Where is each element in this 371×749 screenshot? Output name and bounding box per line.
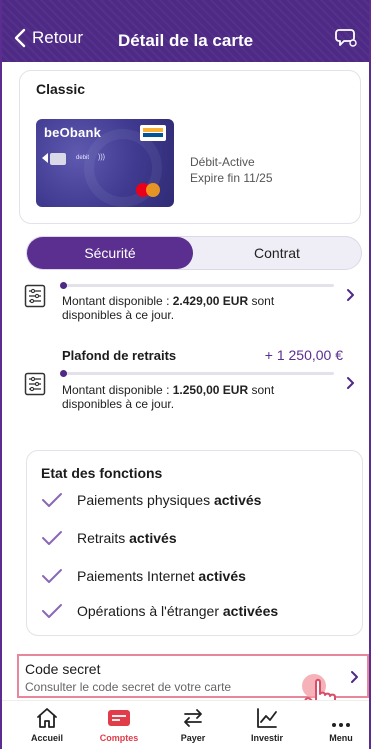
functions-panel: Etat des fonctions Paiements physiques a… [26, 450, 363, 636]
card-name: Classic [36, 81, 86, 97]
code-secret-title: Code secret [25, 661, 101, 677]
function-item: Paiements Internet activés [41, 568, 246, 584]
chevron-right-icon [347, 377, 354, 389]
limit-title: Plafond de retraits [62, 348, 177, 363]
nav-accueil[interactable]: Accueil [10, 705, 84, 743]
nav-label: Menu [329, 733, 353, 743]
bottom-navigation: Accueil Comptes Payer Investir Menu [0, 700, 371, 749]
limit-progress-bar [60, 370, 334, 377]
card-image: beObank debit ))) [36, 119, 174, 207]
nav-menu[interactable]: Menu [304, 705, 371, 743]
card-status: Débit-Active Expire fin 11/25 [190, 154, 273, 186]
limit-progress-dot [60, 370, 67, 377]
function-item: Paiements physiques activés [41, 492, 261, 508]
tab-switcher: Sécurité Contrat [26, 236, 362, 270]
contactless-icon: ))) [98, 154, 105, 161]
limit-row-withdrawals[interactable]: Plafond de retraits + 1 250,00 € Montant… [20, 346, 361, 426]
app-header: Retour Détail de la carte [0, 0, 371, 62]
nav-label: Accueil [30, 733, 63, 743]
check-icon [42, 604, 62, 618]
limit-progress-bar [60, 282, 334, 289]
nav-label: Investir [250, 733, 283, 743]
chevron-right-icon [347, 289, 354, 301]
function-item: Retraits activés [41, 530, 177, 546]
nav-comptes[interactable]: Comptes [82, 705, 156, 743]
limit-available-text: Montant disponible : 1.250,00 EUR sont d… [62, 383, 275, 411]
page-title: Détail de la carte [117, 31, 254, 50]
bancontact-logo [140, 125, 166, 141]
card-expiry-text: Expire fin 11/25 [190, 171, 273, 185]
check-icon [42, 531, 62, 545]
card-brand-logo: beObank [44, 125, 102, 140]
document-icon [24, 372, 46, 396]
nav-label: Comptes [99, 733, 139, 743]
mastercard-logo [136, 183, 160, 197]
tab-contrat[interactable]: Contrat [193, 237, 361, 269]
chat-button[interactable] [335, 28, 357, 53]
card-arrow-icon [42, 153, 48, 163]
card-panel: Classic beObank debit ))) Débit-Active E… [19, 70, 361, 224]
card-debit-text: debit [76, 155, 90, 161]
limit-row-payments[interactable]: Montant disponible : 2.429,00 EUR sont d… [20, 282, 361, 342]
nav-payer[interactable]: Payer [156, 705, 230, 743]
document-icon [24, 284, 46, 308]
function-item: Opérations à l'étranger activées [41, 603, 278, 619]
card-chip [50, 153, 66, 165]
card-status-text: Débit-Active [190, 155, 255, 169]
chart-icon [257, 708, 277, 728]
home-icon [37, 708, 57, 728]
check-icon [42, 569, 62, 583]
chat-bubble-icon [335, 29, 357, 47]
tab-securite[interactable]: Sécurité [27, 237, 193, 269]
transfer-icon [184, 709, 202, 727]
code-secret-subtitle: Consulter le code secret de votre carte [25, 680, 232, 694]
limit-progress-dot [60, 282, 67, 289]
nav-investir[interactable]: Investir [230, 705, 304, 743]
limit-amount: + 1 250,00 € [264, 347, 343, 363]
functions-title: Etat des fonctions [41, 465, 163, 481]
limit-available-text: Montant disponible : 2.429,00 EUR sont d… [62, 294, 275, 322]
chevron-right-icon [351, 671, 358, 683]
accounts-icon [108, 710, 130, 726]
nav-label: Payer [180, 733, 206, 743]
check-icon [42, 493, 62, 507]
menu-dots-icon [332, 723, 350, 727]
